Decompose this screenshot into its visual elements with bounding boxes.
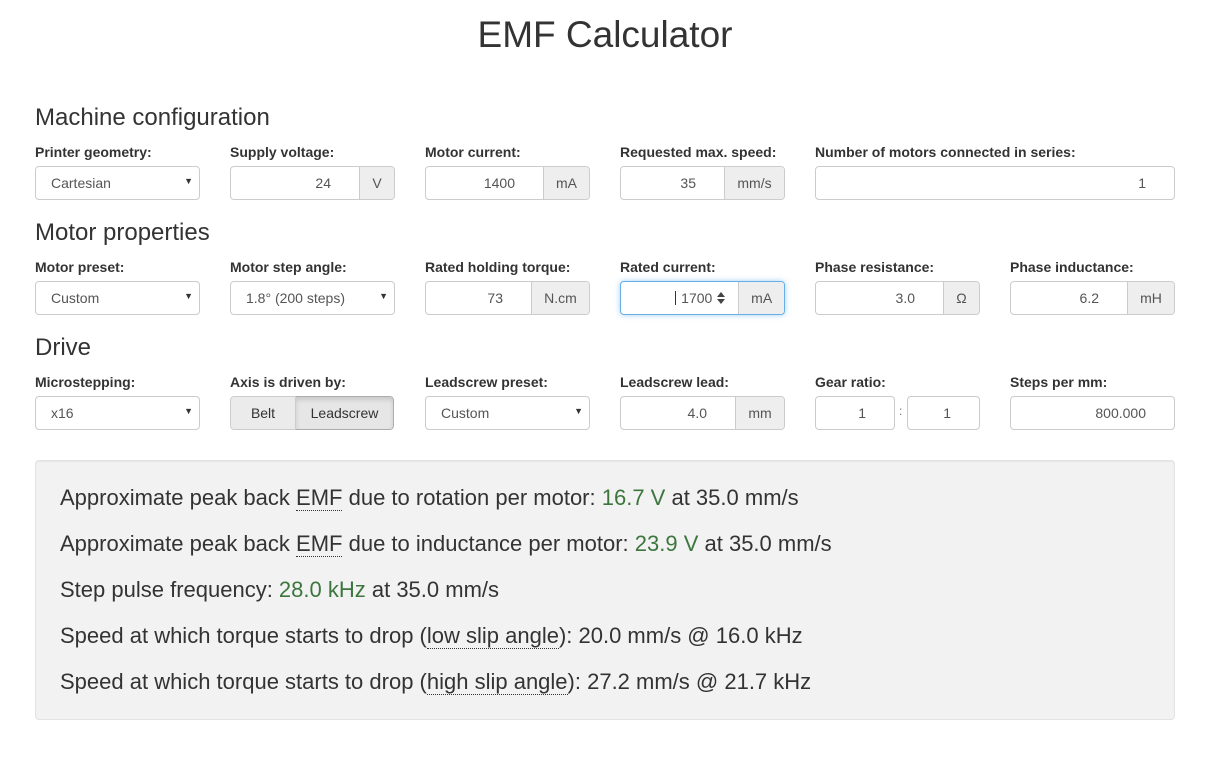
motor-current-value: 1400: [483, 175, 515, 191]
result-text: at 35.0 mm/s: [365, 577, 500, 602]
caret-down-icon: ▼: [574, 406, 583, 416]
result-text: Approximate peak back: [60, 531, 297, 556]
result-low-slip-angle: Speed at which torque starts to drop (lo…: [60, 623, 803, 649]
max-speed-input[interactable]: 35 mm/s: [620, 166, 785, 200]
supply-voltage-label: Supply voltage:: [230, 144, 335, 160]
text-cursor: [675, 291, 677, 305]
gear-ratio-b-input[interactable]: 1: [907, 396, 980, 430]
result-step-frequency: Step pulse frequency: 28.0 kHz at 35.0 m…: [60, 577, 499, 603]
phase-inductance-value: 6.2: [1079, 290, 1099, 306]
motor-current-label: Motor current:: [425, 144, 521, 160]
phase-resistance-input[interactable]: 3.0 Ω: [815, 281, 980, 315]
gear-ratio-a-value: 1: [858, 405, 866, 421]
axis-driven-by-label: Axis is driven by:: [230, 374, 346, 390]
result-text: due to rotation per motor:: [342, 485, 602, 510]
leadscrew-lead-unit: mm: [735, 397, 784, 429]
result-text: ): 27.2 mm/s @ 21.7 kHz: [567, 669, 812, 694]
rated-current-unit: mA: [738, 282, 784, 314]
printer-geometry-value: Cartesian: [51, 175, 111, 191]
holding-torque-value: 73: [487, 290, 503, 306]
result-text: Approximate peak back: [60, 485, 297, 510]
caret-down-icon: ▼: [184, 406, 193, 416]
phase-inductance-unit: mH: [1127, 282, 1174, 314]
caret-down-icon: ▼: [184, 291, 193, 301]
leadscrew-preset-select[interactable]: Custom ▼: [425, 396, 590, 430]
motor-current-unit: mA: [543, 167, 589, 199]
supply-voltage-value: 24: [315, 175, 331, 191]
steps-per-mm-input[interactable]: 800.000: [1010, 396, 1175, 430]
leadscrew-lead-input[interactable]: 4.0 mm: [620, 396, 785, 430]
caret-down-icon: ▼: [379, 291, 388, 301]
phase-resistance-value: 3.0: [895, 290, 915, 306]
emf-inductance-value: 23.9 V: [634, 531, 699, 556]
emf-abbr: EMF: [296, 485, 343, 511]
result-emf-rotation: Approximate peak back EMF due to rotatio…: [60, 485, 799, 511]
caret-down-icon: ▼: [184, 176, 193, 186]
high-slip-angle-abbr: high slip angle: [426, 669, 568, 695]
max-speed-label: Requested max. speed:: [620, 144, 777, 160]
results-panel: Approximate peak back EMF due to rotatio…: [35, 460, 1175, 720]
result-emf-inductance: Approximate peak back EMF due to inducta…: [60, 531, 832, 557]
holding-torque-input[interactable]: 73 N.cm: [425, 281, 590, 315]
gear-ratio-label: Gear ratio:: [815, 374, 886, 390]
result-text: Step pulse frequency:: [60, 577, 279, 602]
motor-preset-value: Custom: [51, 290, 100, 306]
rated-current-input[interactable]: 1700 mA: [620, 281, 785, 315]
phase-resistance-label: Phase resistance:: [815, 259, 935, 275]
max-speed-unit: mm/s: [724, 167, 784, 199]
result-text: at 35.0 mm/s: [665, 485, 799, 510]
step-frequency-value: 28.0 kHz: [278, 577, 366, 602]
microstepping-label: Microstepping:: [35, 374, 136, 390]
holding-torque-unit: N.cm: [531, 282, 589, 314]
supply-voltage-input[interactable]: 24 V: [230, 166, 395, 200]
step-angle-select[interactable]: 1.8° (200 steps) ▼: [230, 281, 395, 315]
result-text: Speed at which torque starts to drop (: [60, 669, 427, 694]
step-angle-label: Motor step angle:: [230, 259, 347, 275]
microstepping-value: x16: [51, 405, 74, 421]
emf-rotation-value: 16.7 V: [601, 485, 666, 510]
axis-driven-by-toggle[interactable]: Belt Leadscrew: [230, 396, 394, 430]
gear-ratio-separator: :: [899, 404, 903, 418]
section-machine-configuration: Machine configuration: [35, 104, 270, 131]
microstepping-select[interactable]: x16 ▼: [35, 396, 200, 430]
section-motor-properties: Motor properties: [35, 219, 210, 246]
result-high-slip-angle: Speed at which torque starts to drop (hi…: [60, 669, 811, 695]
step-angle-value: 1.8° (200 steps): [246, 290, 345, 306]
motors-in-series-label: Number of motors connected in series:: [815, 144, 1076, 160]
steps-per-mm-value: 800.000: [1095, 405, 1146, 421]
gear-ratio-a-input[interactable]: 1: [815, 396, 895, 430]
steps-per-mm-label: Steps per mm:: [1010, 374, 1108, 390]
section-drive: Drive: [35, 334, 92, 361]
leadscrew-button[interactable]: Leadscrew: [296, 396, 394, 430]
result-text: due to inductance per motor:: [342, 531, 635, 556]
spinner-arrows-icon[interactable]: [717, 290, 726, 306]
low-slip-angle-abbr: low slip angle: [426, 623, 559, 649]
page-title: EMF Calculator: [477, 14, 733, 55]
phase-inductance-label: Phase inductance:: [1010, 259, 1134, 275]
leadscrew-preset-value: Custom: [441, 405, 490, 421]
motor-preset-select[interactable]: Custom ▼: [35, 281, 200, 315]
emf-abbr: EMF: [296, 531, 343, 557]
motors-in-series-input[interactable]: 1: [815, 166, 1175, 200]
result-text: ): 20.0 mm/s @ 16.0 kHz: [558, 623, 803, 648]
printer-geometry-select[interactable]: Cartesian ▼: [35, 166, 200, 200]
printer-geometry-label: Printer geometry:: [35, 144, 152, 160]
max-speed-value: 35: [680, 175, 696, 191]
supply-voltage-unit: V: [359, 167, 394, 199]
result-text: Speed at which torque starts to drop (: [60, 623, 427, 648]
belt-button[interactable]: Belt: [230, 396, 296, 430]
phase-resistance-unit: Ω: [943, 282, 979, 314]
gear-ratio-b-value: 1: [943, 405, 951, 421]
leadscrew-lead-label: Leadscrew lead:: [620, 374, 729, 390]
motor-preset-label: Motor preset:: [35, 259, 125, 275]
phase-inductance-input[interactable]: 6.2 mH: [1010, 281, 1175, 315]
rated-current-label: Rated current:: [620, 259, 716, 275]
result-text: at 35.0 mm/s: [698, 531, 832, 556]
leadscrew-lead-value: 4.0: [687, 405, 707, 421]
motors-in-series-value: 1: [1138, 175, 1146, 191]
motor-current-input[interactable]: 1400 mA: [425, 166, 590, 200]
holding-torque-label: Rated holding torque:: [425, 259, 571, 275]
rated-current-value: 1700: [681, 290, 713, 306]
leadscrew-preset-label: Leadscrew preset:: [425, 374, 548, 390]
